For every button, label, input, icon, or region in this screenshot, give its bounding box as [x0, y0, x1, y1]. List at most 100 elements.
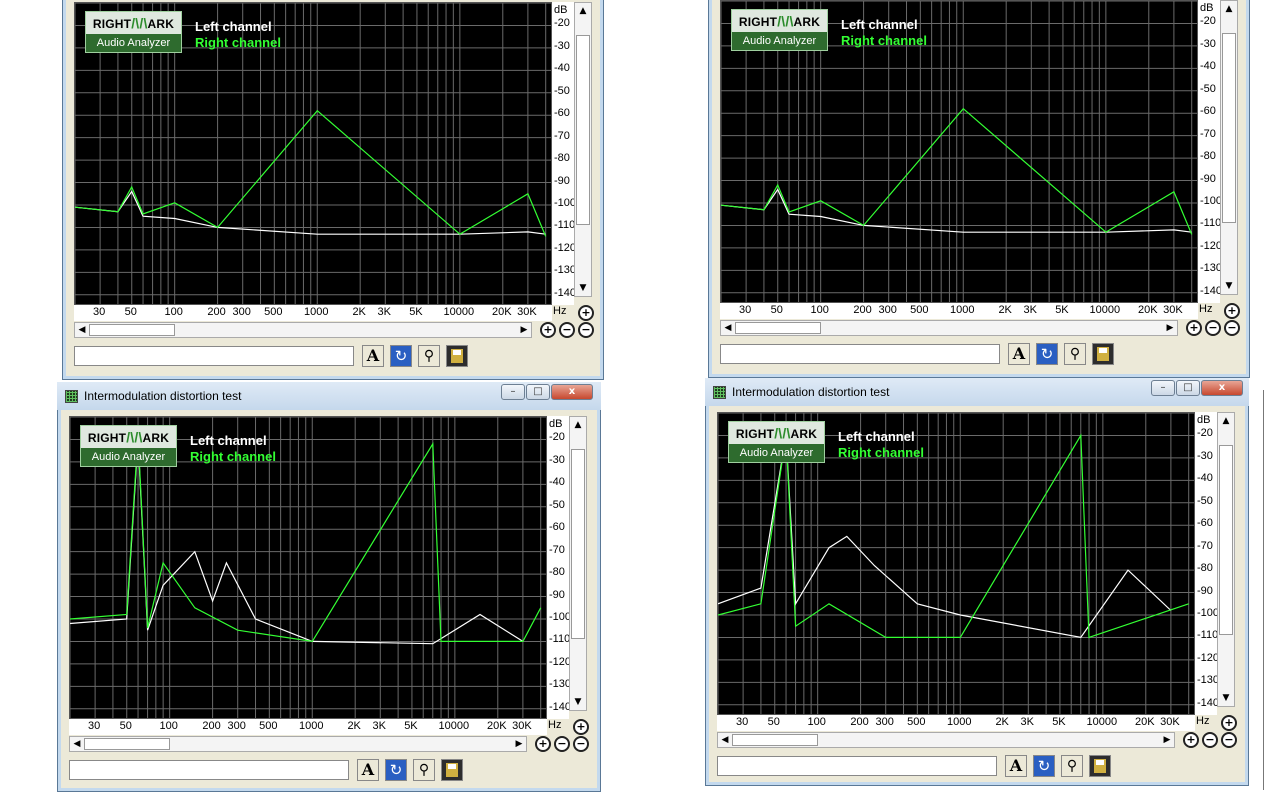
title-bar[interactable]: Intermodulation distortion test – □ x [57, 382, 601, 410]
refresh-icon[interactable]: ↻ [1036, 343, 1058, 365]
zoom-in-icon[interactable]: + [535, 736, 551, 752]
horizontal-scroll-thumb[interactable] [84, 738, 170, 750]
y-axis-labels: dB -20 -30 -40 -50 -60 -70 -80 -90 -100 -110 -120 -1… [1198, 0, 1222, 303]
save-icon[interactable] [441, 759, 463, 781]
analyzer-window-top-right: RIGHT/\/\ARK Audio Analyzer Left channel… [708, 0, 1250, 378]
title-bar[interactable]: Intermodulation distortion test – □ x [705, 378, 1249, 406]
minimize-button[interactable]: – [501, 384, 525, 400]
scroll-left-icon[interactable]: ◀ [75, 323, 89, 337]
vertical-scrollbar[interactable]: ▲ ▼ [574, 2, 592, 297]
zoom-out-icon[interactable]: − [573, 736, 589, 752]
zoom-in-icon[interactable]: + [540, 322, 556, 338]
scroll-up-icon[interactable]: ▲ [1221, 1, 1237, 17]
save-icon[interactable] [1092, 343, 1114, 365]
minimize-button[interactable]: – [1151, 380, 1175, 396]
zoom-in-icon[interactable]: + [1186, 320, 1202, 336]
vertical-scroll-thumb[interactable] [576, 35, 590, 225]
zoom-in-icon[interactable]: + [1183, 732, 1199, 748]
x-tick-label: 1000 [947, 716, 972, 728]
horizontal-scrollbar[interactable]: ◀ ▶ [74, 322, 532, 338]
y-tick-label: -120 [549, 655, 572, 668]
horizontal-scrollbar[interactable]: ◀ ▶ [720, 320, 1178, 336]
x-tick-label: 50 [119, 720, 132, 732]
scroll-up-icon[interactable]: ▲ [1218, 413, 1234, 429]
scroll-up-icon[interactable]: ▲ [570, 417, 586, 433]
scroll-down-icon[interactable]: ▼ [1221, 278, 1237, 294]
scroll-left-icon[interactable]: ◀ [721, 321, 735, 335]
rightmark-logo: RIGHT/\/\ARK Audio Analyzer [80, 425, 177, 467]
vertical-scroll-thumb[interactable] [1222, 33, 1236, 223]
status-field [717, 756, 997, 776]
text-icon[interactable]: A [1008, 343, 1030, 365]
y-tick-label: -60 [549, 521, 565, 534]
text-icon[interactable]: A [362, 345, 384, 367]
maximize-button[interactable]: □ [526, 384, 550, 400]
vertical-scrollbar[interactable]: ▲ ▼ [1220, 0, 1238, 295]
text-icon[interactable]: A [1005, 755, 1027, 777]
probe-icon[interactable]: ⚲ [1064, 343, 1086, 365]
legend-right-channel: Right channel [841, 33, 927, 48]
probe-icon[interactable]: ⚲ [1061, 755, 1083, 777]
y-axis-labels: dB -20 -30 -40 -50 -60 -70 -80 -90 -100 -110 -120 -1… [547, 416, 572, 719]
scroll-right-icon[interactable]: ▶ [512, 737, 526, 751]
refresh-icon[interactable]: ↻ [385, 759, 407, 781]
zoom-in-icon[interactable]: + [578, 305, 594, 321]
horizontal-scrollbar[interactable]: ◀ ▶ [69, 736, 527, 752]
zoom-out-icon[interactable]: − [554, 736, 570, 752]
legend-right-channel: Right channel [838, 445, 924, 460]
text-icon[interactable]: A [357, 759, 379, 781]
y-tick-label: -100 [1197, 607, 1220, 619]
y-tick-label: -30 [554, 39, 570, 52]
y-tick-label: -110 [554, 219, 576, 232]
zoom-in-icon[interactable]: + [573, 719, 589, 735]
zoom-out-icon[interactable]: − [559, 322, 575, 338]
close-button[interactable]: x [1201, 380, 1243, 396]
close-button[interactable]: x [551, 384, 593, 400]
probe-icon[interactable]: ⚲ [418, 345, 440, 367]
zoom-out-icon[interactable]: − [1221, 732, 1237, 748]
vertical-scrollbar[interactable]: ▲ ▼ [569, 416, 587, 711]
scroll-left-icon[interactable]: ◀ [70, 737, 84, 751]
x-tick-label: 10000 [1086, 716, 1118, 728]
window-title: Intermodulation distortion test [732, 385, 890, 399]
scroll-right-icon[interactable]: ▶ [1160, 733, 1174, 747]
save-icon[interactable] [1089, 755, 1111, 777]
horizontal-scrollbar[interactable]: ◀ ▶ [717, 732, 1175, 748]
zoom-in-icon[interactable]: + [1221, 715, 1237, 731]
x-tick-label: 50 [767, 716, 780, 728]
scroll-left-icon[interactable]: ◀ [718, 733, 732, 747]
y-tick-label: -70 [549, 543, 565, 556]
zoom-in-icon[interactable]: + [1224, 303, 1240, 319]
scroll-right-icon[interactable]: ▶ [1163, 321, 1177, 335]
y-tick-label: -120 [1197, 651, 1220, 664]
maximize-button[interactable]: □ [1176, 380, 1200, 396]
x-axis-labels: 30 50 100 200 300 500 1000 2K 3K 5K 10000 20K 30K [720, 303, 1198, 319]
zoom-out-icon[interactable]: − [578, 322, 594, 338]
vertical-scrollbar[interactable]: ▲ ▼ [1217, 412, 1235, 707]
zoom-out-icon[interactable]: − [1224, 320, 1240, 336]
refresh-icon[interactable]: ↻ [1033, 755, 1055, 777]
vertical-scroll-thumb[interactable] [1219, 445, 1233, 635]
refresh-icon[interactable]: ↻ [390, 345, 412, 367]
scroll-right-icon[interactable]: ▶ [517, 323, 531, 337]
horizontal-scroll-thumb[interactable] [89, 324, 175, 336]
vertical-scroll-thumb[interactable] [571, 449, 585, 639]
zoom-out-icon[interactable]: − [1202, 732, 1218, 748]
save-icon[interactable] [446, 345, 468, 367]
scroll-down-icon[interactable]: ▼ [575, 280, 591, 296]
y-tick-label: -60 [1197, 517, 1213, 530]
scroll-down-icon[interactable]: ▼ [1218, 690, 1234, 706]
x-tick-label: 30K [517, 306, 537, 318]
spectrum-plot: RIGHT/\/\ARK Audio Analyzer Left channel… [74, 2, 552, 305]
horizontal-scroll-thumb[interactable] [735, 322, 821, 334]
x-tick-label: 10000 [443, 306, 475, 318]
window-client: RIGHT/\/\ARK Audio Analyzer Left channel… [66, 0, 600, 376]
x-axis-unit: Hz [548, 719, 562, 731]
scroll-up-icon[interactable]: ▲ [575, 3, 591, 19]
horizontal-scroll-thumb[interactable] [732, 734, 818, 746]
x-tick-label: 5K [409, 306, 423, 318]
probe-icon[interactable]: ⚲ [413, 759, 435, 781]
zoom-out-icon[interactable]: − [1205, 320, 1221, 336]
x-tick-label: 1000 [299, 720, 324, 732]
scroll-down-icon[interactable]: ▼ [570, 694, 586, 710]
